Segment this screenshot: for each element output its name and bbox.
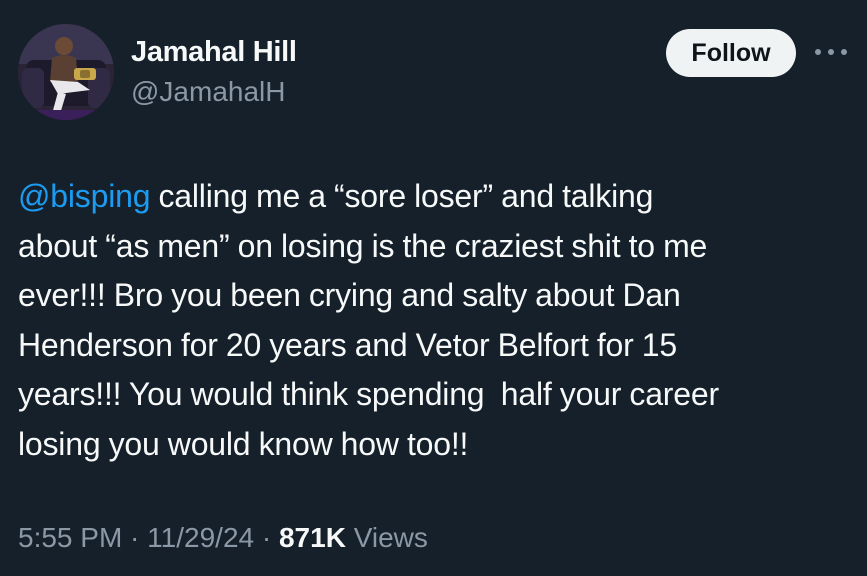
meta-separator: · — [254, 522, 279, 553]
tweet-date[interactable]: 11/29/24 — [147, 522, 254, 553]
avatar[interactable] — [18, 24, 114, 120]
tweet-time[interactable]: 5:55 PM — [18, 522, 122, 553]
more-dot — [815, 49, 821, 55]
views-count: 871K — [278, 522, 346, 553]
tweet-line-4: Henderson for 20 years and Vetor Belfort… — [18, 326, 677, 363]
more-horizontal-icon[interactable] — [815, 40, 847, 64]
meta-separator: · — [122, 522, 148, 553]
avatar-image — [18, 24, 114, 120]
tweet: Jamahal Hill @JamahalH Follow @bisping c… — [0, 0, 867, 576]
author-display-name[interactable]: Jamahal Hill — [131, 34, 297, 70]
more-dot — [841, 49, 847, 55]
author-handle[interactable]: @JamahalH — [131, 74, 297, 110]
tweet-text-segment: calling me a “sore loser” and talking — [150, 178, 654, 214]
mention-link[interactable]: @bisping — [18, 178, 150, 214]
tweet-line-6: losing you would know how too!! — [18, 425, 469, 462]
tweet-line-5: years!!! You would think spending half y… — [18, 376, 719, 412]
tweet-line-1: @bisping calling me a “sore loser” and t… — [18, 172, 853, 222]
tweet-meta: 5:55 PM · 11/29/24 · 871K Views — [18, 520, 428, 556]
tweet-line-3: ever!!! Bro you been crying and salty ab… — [18, 277, 681, 313]
views-label: Views — [345, 522, 428, 553]
follow-button[interactable]: Follow — [666, 29, 796, 77]
more-dot — [828, 49, 834, 55]
author-info: Jamahal Hill @JamahalH — [131, 34, 297, 110]
tweet-line-2: about “as men” on losing is the craziest… — [18, 227, 708, 264]
tweet-text: @bisping calling me a “sore loser” and t… — [18, 172, 853, 469]
